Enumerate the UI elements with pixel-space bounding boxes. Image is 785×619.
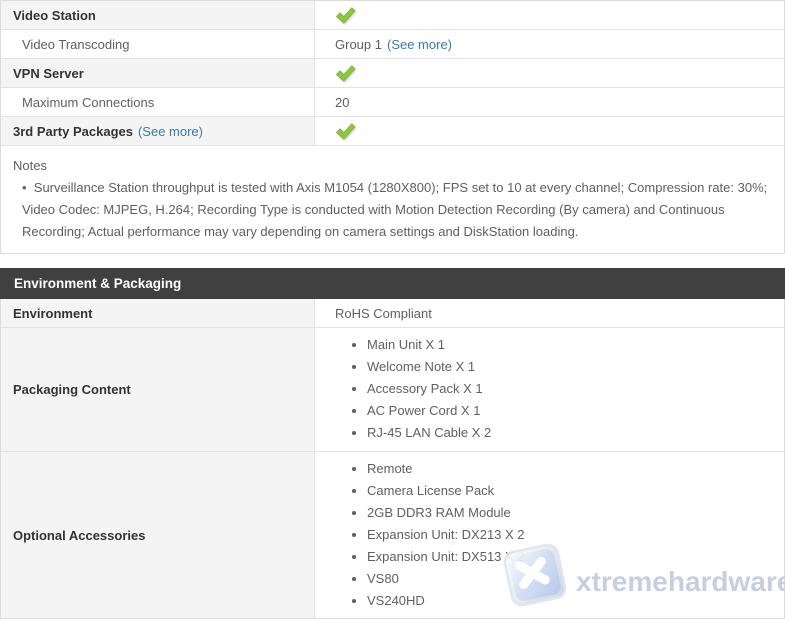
check-icon — [335, 65, 356, 82]
spec-label: 3rd Party Packages — [13, 124, 133, 139]
notes-section: Notes • Surveillance Station throughput … — [1, 146, 784, 253]
spec-label-cell: Optional Accessories — [1, 452, 315, 618]
specs-table: Video Station Video Transcoding Group 1 … — [0, 0, 785, 254]
spec-value: 20 — [335, 95, 349, 110]
spec-value-cell: Group 1 (See more) — [315, 30, 784, 58]
list-item: Remote — [367, 458, 525, 480]
spec-label: Optional Accessories — [13, 528, 145, 543]
spec-label: Maximum Connections — [22, 95, 154, 110]
bullet-glyph: • — [22, 180, 34, 195]
table-row: Optional Accessories Remote Camera Licen… — [1, 452, 784, 618]
see-more-link[interactable]: (See more) — [387, 37, 452, 52]
table-row: Packaging Content Main Unit X 1 Welcome … — [1, 328, 784, 452]
packaging-list: Main Unit X 1 Welcome Note X 1 Accessory… — [335, 334, 491, 444]
spec-value-cell: Main Unit X 1 Welcome Note X 1 Accessory… — [315, 328, 784, 451]
table-row: 3rd Party Packages (See more) — [1, 117, 784, 146]
spec-value-cell — [315, 59, 784, 87]
list-item: Welcome Note X 1 — [367, 356, 491, 378]
spec-label-cell: VPN Server — [1, 59, 315, 87]
list-item: Main Unit X 1 — [367, 334, 491, 356]
list-item: Expansion Unit: DX213 X 2 — [367, 524, 525, 546]
spec-label: Video Transcoding — [22, 37, 129, 52]
note-item: • Surveillance Station throughput is tes… — [13, 177, 770, 243]
list-item: RJ-45 LAN Cable X 2 — [367, 422, 491, 444]
spec-label: Packaging Content — [13, 382, 131, 397]
list-item: Camera License Pack — [367, 480, 525, 502]
list-item: Accessory Pack X 1 — [367, 378, 491, 400]
spec-value: Group 1 — [335, 37, 382, 52]
spec-label-cell: Maximum Connections — [1, 88, 315, 116]
spec-label-cell: Environment — [1, 299, 315, 327]
check-icon — [335, 7, 356, 24]
spec-label-cell: Packaging Content — [1, 328, 315, 451]
spec-label: Environment — [13, 306, 92, 321]
spec-label-cell: Video Transcoding — [1, 30, 315, 58]
note-text: Surveillance Station throughput is teste… — [22, 180, 767, 239]
table-row: Video Transcoding Group 1 (See more) — [1, 30, 784, 59]
list-item: VS240HD — [367, 590, 525, 612]
spec-label: Video Station — [13, 8, 96, 23]
table-row: Environment RoHS Compliant — [1, 299, 784, 328]
spec-value: RoHS Compliant — [335, 306, 432, 321]
accessories-list: Remote Camera License Pack 2GB DDR3 RAM … — [335, 458, 525, 612]
spec-value-cell — [315, 117, 784, 145]
list-item: VS80 — [367, 568, 525, 590]
spec-value-cell: RoHS Compliant — [315, 299, 784, 327]
spec-label-cell: 3rd Party Packages (See more) — [1, 117, 315, 145]
section-header: Environment & Packaging — [0, 268, 785, 299]
see-more-link[interactable]: (See more) — [138, 124, 203, 139]
spec-label-cell: Video Station — [1, 1, 315, 29]
table-row: Maximum Connections 20 — [1, 88, 784, 117]
table-row: Video Station — [1, 1, 784, 30]
spec-value-cell: 20 — [315, 88, 784, 116]
table-row: VPN Server — [1, 59, 784, 88]
list-item: Expansion Unit: DX513 X 2 — [367, 546, 525, 568]
notes-title: Notes — [13, 155, 770, 177]
spec-value-cell — [315, 1, 784, 29]
list-item: 2GB DDR3 RAM Module — [367, 502, 525, 524]
section-gap — [0, 254, 785, 268]
list-item: AC Power Cord X 1 — [367, 400, 491, 422]
check-icon — [335, 123, 356, 140]
spec-value-cell: Remote Camera License Pack 2GB DDR3 RAM … — [315, 452, 784, 618]
spec-label: VPN Server — [13, 66, 84, 81]
environment-table: Environment RoHS Compliant Packaging Con… — [0, 299, 785, 619]
